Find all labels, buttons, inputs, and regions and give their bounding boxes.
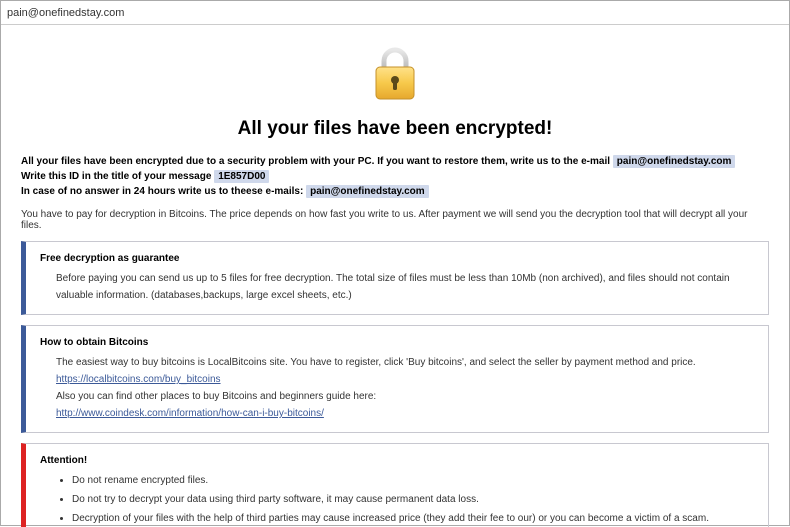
- guarantee-box: Free decryption as guarantee Before payi…: [21, 241, 769, 315]
- page-title: All your files have been encrypted!: [21, 118, 769, 140]
- intro-line3: In case of no answer in 24 hours write u…: [21, 186, 306, 197]
- message-id: 1E857D00: [214, 170, 269, 183]
- obtain-line2: Also you can find other places to buy Bi…: [56, 388, 754, 405]
- guarantee-body: Before paying you can send us up to 5 fi…: [40, 270, 754, 304]
- email-secondary: pain@onefinedstay.com: [306, 185, 429, 198]
- list-item: Do not rename encrypted files.: [72, 472, 754, 489]
- obtain-body: The easiest way to buy bitcoins is Local…: [40, 354, 754, 422]
- obtain-box: How to obtain Bitcoins The easiest way t…: [21, 325, 769, 433]
- window-title: pain@onefinedstay.com: [7, 7, 124, 19]
- attention-title: Attention!: [40, 452, 754, 469]
- content-scroll[interactable]: All your files have been encrypted! All …: [1, 25, 789, 527]
- lock-icon: [370, 45, 420, 108]
- content-body: All your files have been encrypted! All …: [1, 25, 789, 527]
- intro-line2: Write this ID in the title of your messa…: [21, 171, 214, 182]
- intro-paragraph: All your files have been encrypted due t…: [21, 154, 769, 199]
- guarantee-title: Free decryption as guarantee: [40, 250, 754, 267]
- payment-note: You have to pay for decryption in Bitcoi…: [21, 209, 769, 231]
- intro-line1: All your files have been encrypted due t…: [21, 156, 613, 167]
- obtain-title: How to obtain Bitcoins: [40, 334, 754, 351]
- window-titlebar: pain@onefinedstay.com: [1, 1, 789, 25]
- lock-icon-wrap: [21, 37, 769, 112]
- localbitcoins-link[interactable]: https://localbitcoins.com/buy_bitcoins: [56, 374, 221, 385]
- coindesk-link[interactable]: http://www.coindesk.com/information/how-…: [56, 408, 324, 419]
- list-item: Do not try to decrypt your data using th…: [72, 491, 754, 508]
- attention-box: Attention! Do not rename encrypted files…: [21, 443, 769, 527]
- obtain-line1: The easiest way to buy bitcoins is Local…: [56, 354, 754, 371]
- attention-list: Do not rename encrypted files. Do not tr…: [40, 472, 754, 527]
- list-item: Decryption of your files with the help o…: [72, 510, 754, 527]
- email-primary: pain@onefinedstay.com: [613, 155, 736, 168]
